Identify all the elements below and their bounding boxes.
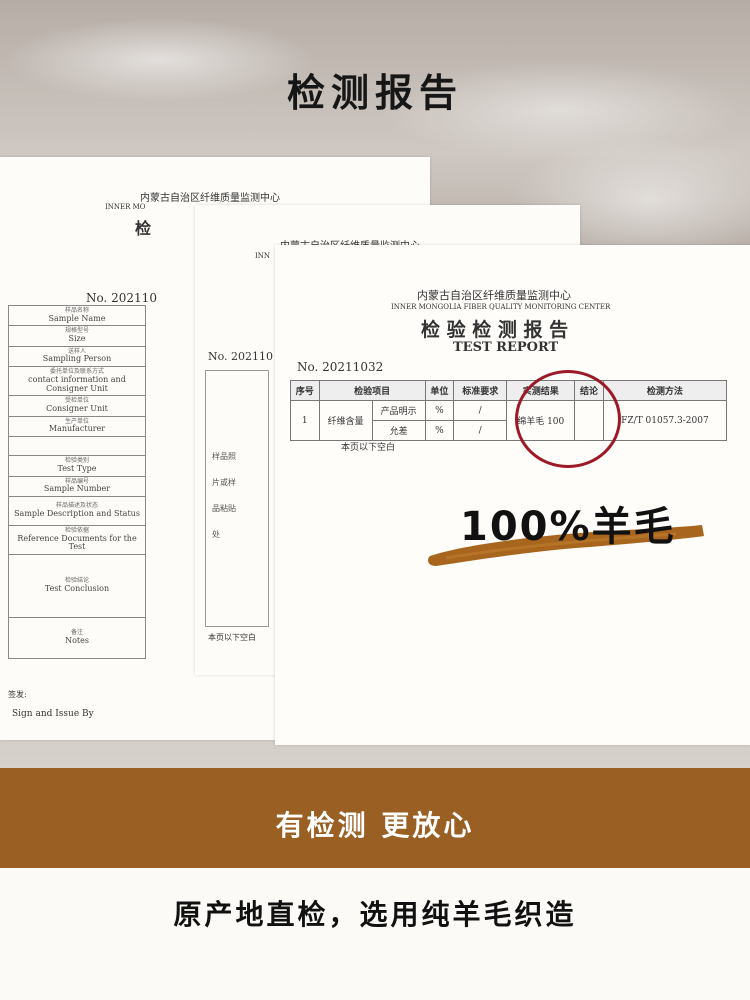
header-cell: 序号 xyxy=(290,380,320,401)
header-cell: 标准要求 xyxy=(453,380,508,401)
report-title-cn: 检 验 检 测 报 告 xyxy=(421,319,569,341)
form-field-label: 规格型号 Size xyxy=(8,325,146,347)
row-index: 1 xyxy=(290,400,320,441)
org-name-cn: 内蒙古自治区纤维质量监测中心 xyxy=(417,289,571,302)
field-label-en: Sample Number xyxy=(43,484,111,494)
form-row: 规格型号 Size xyxy=(8,325,146,347)
row-unit: % xyxy=(424,420,455,441)
row-subitem: 允差 xyxy=(371,420,426,441)
wool-percentage-callout: 100%羊毛 xyxy=(460,504,676,550)
form-row: 检验类别 Test Type xyxy=(8,455,146,477)
test-result-table: 序号 检验项目 单位 标准要求 实测结果 结论 检测方法 1 纤维含量 产品明示… xyxy=(290,380,728,441)
report-number: No. 202110 xyxy=(86,291,157,305)
photo-label-line: 样品照 xyxy=(212,452,236,461)
row-method: FZ/T 01057.3-2007 xyxy=(602,400,728,441)
row-standard: / xyxy=(453,420,508,441)
form-row: 检验依据 Reference Documents for the Test xyxy=(8,524,146,556)
table-row: 1 纤维含量 产品明示 % / 绵羊毛 100 FZ/T 01057.3-200… xyxy=(290,400,728,441)
form-row: 委托单位及联系方式 contact information and Consign… xyxy=(8,366,146,397)
form-field-label: 备注 Notes xyxy=(8,617,146,660)
form-row: 受检单位 Consigner Unit xyxy=(8,395,146,417)
field-label-en: Test Type xyxy=(57,463,97,473)
form-field-label: 样品名称 Sample Name xyxy=(8,304,146,327)
page-title: 检测报告 xyxy=(286,71,463,115)
report-title: 检 xyxy=(135,219,152,238)
report-number: No. 202110 xyxy=(208,350,274,363)
form-field-label: 检验类别 Test Type xyxy=(8,455,146,477)
blank-note: 本页以下空白 xyxy=(208,633,256,642)
form-row: 样品编号 Sample Number xyxy=(8,475,146,497)
field-label-en: Manufacturer xyxy=(48,424,106,434)
form-row: 样品名称 Sample Name xyxy=(8,304,146,327)
field-label-en: Sampling Person xyxy=(42,354,112,364)
row-unit: % xyxy=(424,400,455,421)
form-field-label: 检验依据 Reference Documents for the Test xyxy=(8,524,146,556)
table-header-row: 序号 检验项目 单位 标准要求 实测结果 结论 检测方法 xyxy=(290,380,728,401)
field-label-en: Sample Description and Status xyxy=(14,508,140,518)
photo-label-line: 片或样 xyxy=(212,478,236,487)
sign-label-cn: 签发: xyxy=(8,690,27,699)
slogan-text: 有检测 更放心 xyxy=(275,809,475,842)
field-label-en: Size xyxy=(68,333,86,343)
form-field-label: 样品编号 Sample Number xyxy=(8,475,146,497)
form-row xyxy=(8,436,146,457)
field-label-en: Test Conclusion xyxy=(44,584,110,593)
row-subitem: 产品明示 xyxy=(371,400,426,421)
form-field-label xyxy=(8,436,146,457)
report-title-en: TEST REPORT xyxy=(453,340,559,355)
blank-note: 本页以下空白 xyxy=(341,443,396,453)
field-label-en: Reference Documents for the Test xyxy=(17,533,137,552)
org-name-cn: 内蒙古自治区纤维质量监测中心 xyxy=(140,193,280,204)
form-field-label: 委托单位及联系方式 contact information and Consign… xyxy=(8,366,146,397)
form-row: 备注 Notes xyxy=(8,617,146,660)
form-row: 生产单位 Manufacturer xyxy=(8,415,146,438)
report-number: No. 20211032 xyxy=(297,360,384,374)
sample-info-form: 样品名称 Sample Name 规格型号 Size 送样人 Sampling Perso… xyxy=(8,304,146,660)
form-row: 送样人 Sampling Person xyxy=(8,345,146,368)
row-item: 纤维含量 xyxy=(318,400,373,441)
field-label-en: Consigner Unit xyxy=(46,403,108,413)
header-cell: 检验项目 xyxy=(318,380,426,401)
footer-tagline: 原产地直检，选用纯羊毛织造 xyxy=(173,898,577,931)
org-name-en: INNER MONGOLIA FIBER QUALITY MONITORING … xyxy=(391,303,611,311)
highlight-circle xyxy=(515,370,621,468)
field-label-en: contact information and Consigner Unit xyxy=(28,374,126,393)
org-name-en: INN xyxy=(255,252,271,260)
header-cell: 单位 xyxy=(424,380,455,401)
field-label-en: Sample Name xyxy=(48,313,106,323)
sign-label-en: Sign and Issue By xyxy=(12,709,94,719)
row-standard: / xyxy=(453,400,508,421)
form-field-label: 生产单位 Manufacturer xyxy=(8,415,146,438)
header-cell: 检测方法 xyxy=(602,380,728,401)
form-row: 检验结论 Test Conclusion xyxy=(8,554,146,619)
sample-photo-box: 样品照 片或样 品粘贴 处 xyxy=(205,370,269,627)
form-field-label: 受检单位 Consigner Unit xyxy=(8,395,146,417)
form-field-label: 检验结论 Test Conclusion xyxy=(8,554,146,619)
form-row: 样品描述及状态 Sample Description and Status xyxy=(8,495,146,526)
photo-label-line: 处 xyxy=(212,530,220,539)
org-name-en: INNER MO xyxy=(105,203,146,211)
form-field-label: 样品描述及状态 Sample Description and Status xyxy=(8,495,146,526)
form-field-label: 送样人 Sampling Person xyxy=(8,345,146,368)
photo-label-line: 品粘贴 xyxy=(212,504,236,513)
field-label-en: Notes xyxy=(65,636,89,645)
